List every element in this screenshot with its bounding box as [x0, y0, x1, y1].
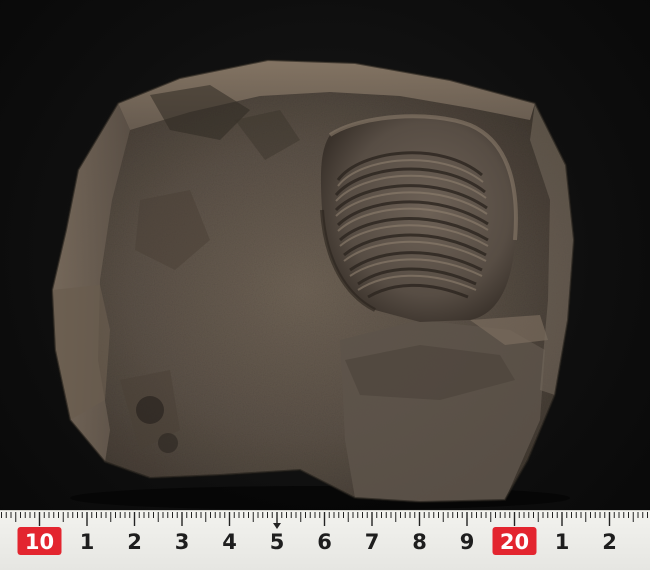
ruler-number: 4 [222, 530, 237, 554]
ruler-number: 1 [555, 530, 570, 554]
ruler-scale: 0101234567892012 [1, 512, 648, 555]
ruler-number: 2 [602, 530, 617, 554]
rock-specimen [50, 58, 576, 504]
ruler-number: 3 [175, 530, 190, 554]
measuring-ruler: 0101234567892012 [0, 510, 650, 570]
ruler-marker [273, 523, 281, 529]
ruler-number: 1 [80, 530, 95, 554]
ruler-number: 5 [270, 530, 285, 554]
fossil-photo [50, 58, 576, 510]
ruler-number: 2 [127, 530, 142, 554]
photo-stage: 0101234567892012 [0, 0, 650, 570]
ruler-number: 10 [25, 530, 54, 554]
ruler-number: 6 [317, 530, 332, 554]
ruler-number: 7 [365, 530, 380, 554]
ruler-number: 9 [460, 530, 475, 554]
ruler-number: 20 [500, 530, 529, 554]
ruler-number: 8 [412, 530, 427, 554]
fossil-imprint [320, 114, 518, 322]
